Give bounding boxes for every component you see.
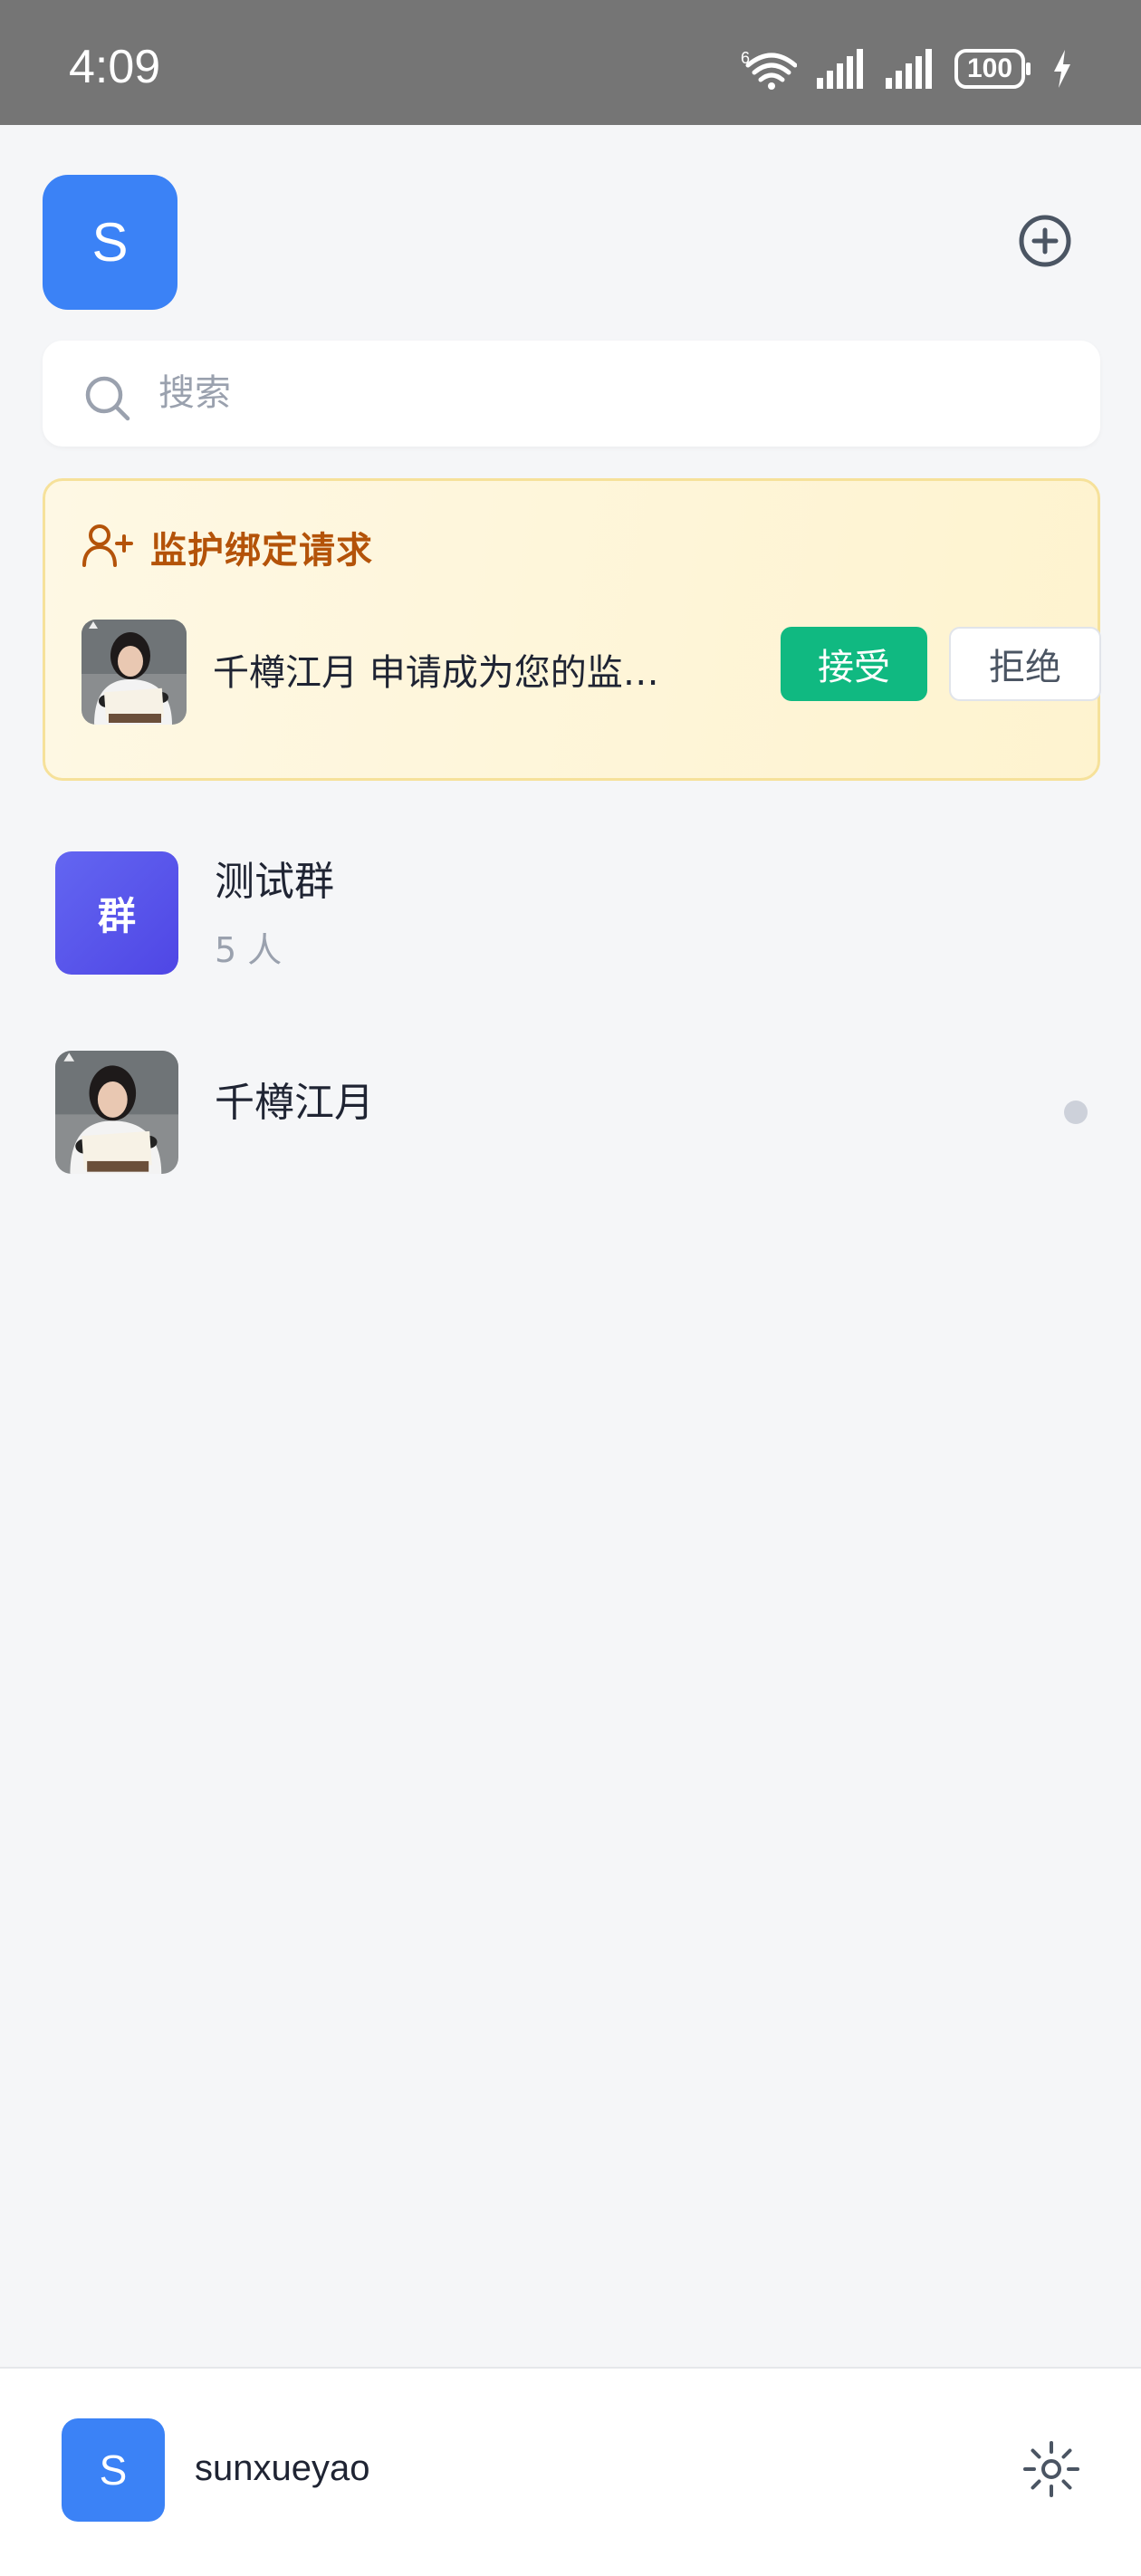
search-icon <box>82 373 133 424</box>
search-input[interactable] <box>157 359 1062 428</box>
signal-icon <box>886 49 935 89</box>
request-header: 监护绑定请求 <box>82 521 373 573</box>
add-button[interactable] <box>1011 208 1079 277</box>
member-count: 5 人 <box>215 930 283 970</box>
conversation-name: 测试群 <box>215 859 334 905</box>
status-time: 4:09 <box>69 41 161 93</box>
profile-avatar[interactable]: S <box>43 175 177 310</box>
settings-button[interactable] <box>1018 2437 1085 2504</box>
user-plus-icon <box>82 522 134 572</box>
gear-icon <box>1020 2437 1083 2504</box>
plus-circle-icon <box>1018 214 1072 272</box>
request-title: 监护绑定请求 <box>150 530 373 572</box>
wifi-icon: 6 <box>741 47 797 91</box>
status-bar: 4:09 6 100 <box>0 0 1141 125</box>
group-avatar: 群 <box>55 851 178 975</box>
conversation-item-group[interactable]: 群 测试群 5 人 <box>0 815 1141 1014</box>
user-avatar[interactable]: S <box>62 2418 165 2522</box>
header: S <box>0 125 1141 333</box>
accept-button[interactable]: 接受 <box>781 627 927 701</box>
charging-icon <box>1052 50 1072 88</box>
battery-icon: 100 <box>954 48 1032 90</box>
request-message: 千樽江月 申请成为您的监… <box>213 652 659 694</box>
conversation-name: 千樽江月 <box>215 1080 374 1126</box>
guardian-request-card: 监护绑定请求 千樽江月 申请成为您的监… 接受 拒绝 <box>43 478 1101 781</box>
search-bar[interactable] <box>43 341 1100 447</box>
status-dot <box>1064 1101 1088 1124</box>
status-icons: 6 100 <box>741 47 1072 91</box>
request-item: 千樽江月 申请成为您的监… 接受 拒绝 <box>82 620 1101 726</box>
battery-level: 100 <box>966 53 1013 83</box>
signal-icon <box>817 49 866 89</box>
reject-button[interactable]: 拒绝 <box>949 627 1101 701</box>
photo-avatar <box>55 1051 178 1174</box>
conversation-item-user[interactable]: 千樽江月 <box>0 1014 1141 1214</box>
photo-avatar <box>82 620 187 725</box>
username: sunxueyao <box>195 2448 370 2488</box>
bottom-bar: S sunxueyao <box>0 2367 1141 2576</box>
